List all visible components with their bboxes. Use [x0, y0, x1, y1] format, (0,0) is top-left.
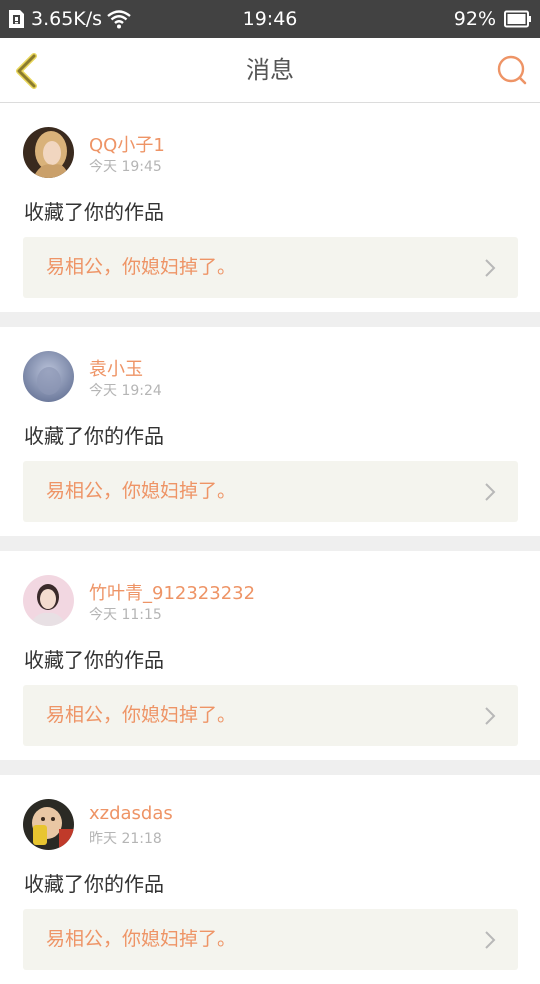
work-title: 易相公，你媳妇掉了。 [46, 928, 237, 950]
user-name[interactable]: xzdasdas [89, 803, 173, 824]
work-link[interactable]: 易相公，你媳妇掉了。 [23, 685, 518, 746]
search-button[interactable] [496, 54, 528, 86]
search-icon [497, 55, 527, 85]
status-bar: 3.65K/s 19:46 92% [0, 0, 540, 38]
avatar[interactable] [23, 575, 74, 626]
battery-percent: 92% [453, 8, 496, 30]
chevron-right-icon [485, 931, 496, 949]
battery-icon [504, 10, 532, 28]
chevron-right-icon [485, 483, 496, 501]
action-text: 收藏了你的作品 [24, 200, 164, 224]
page-title: 消息 [246, 56, 294, 84]
message-card[interactable]: xzdasdas 昨天 21:18 收藏了你的作品 易相公，你媳妇掉了。 [0, 775, 540, 984]
avatar[interactable] [23, 127, 74, 178]
work-title: 易相公，你媳妇掉了。 [46, 256, 237, 278]
user-name[interactable]: 袁小玉 [89, 355, 143, 381]
message-card[interactable]: 竹叶青_912323232 今天 11:15 收藏了你的作品 易相公，你媳妇掉了… [0, 551, 540, 760]
nav-bar: 消息 [0, 38, 540, 103]
user-name[interactable]: QQ小子1 [89, 131, 165, 157]
work-title: 易相公，你媳妇掉了。 [46, 704, 237, 726]
message-card[interactable]: 袁小玉 今天 19:24 收藏了你的作品 易相公，你媳妇掉了。 [0, 327, 540, 536]
message-time: 今天 11:15 [89, 607, 162, 623]
avatar[interactable] [23, 351, 74, 402]
message-time: 今天 19:24 [89, 383, 162, 399]
work-link[interactable]: 易相公，你媳妇掉了。 [23, 461, 518, 522]
user-name[interactable]: 竹叶青_912323232 [89, 579, 255, 605]
message-time: 今天 19:45 [89, 159, 162, 175]
work-link[interactable]: 易相公，你媳妇掉了。 [23, 237, 518, 298]
message-card[interactable]: QQ小子1 今天 19:45 收藏了你的作品 易相公，你媳妇掉了。 [0, 103, 540, 312]
chevron-right-icon [485, 707, 496, 725]
message-time: 昨天 21:18 [89, 831, 162, 847]
action-text: 收藏了你的作品 [24, 424, 164, 448]
chevron-right-icon [485, 259, 496, 277]
action-text: 收藏了你的作品 [24, 648, 164, 672]
work-title: 易相公，你媳妇掉了。 [46, 480, 237, 502]
work-link[interactable]: 易相公，你媳妇掉了。 [23, 909, 518, 970]
action-text: 收藏了你的作品 [24, 872, 164, 896]
avatar[interactable] [23, 799, 74, 850]
status-right: 92% [454, 0, 532, 38]
